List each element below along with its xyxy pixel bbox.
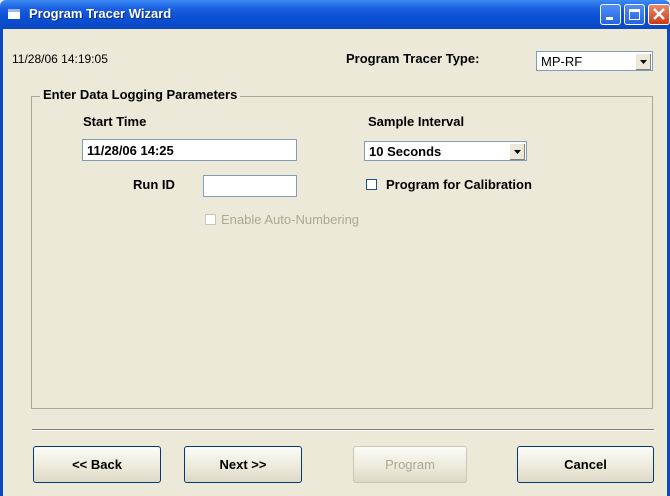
- sample-interval-label: Sample Interval: [368, 114, 465, 129]
- maximize-button[interactable]: [624, 4, 645, 25]
- start-time-label: Start Time: [83, 114, 147, 129]
- minimize-button[interactable]: [600, 4, 621, 25]
- close-button[interactable]: [648, 4, 670, 25]
- sample-interval-dropdown-button[interactable]: [509, 143, 525, 160]
- tracer-type-select[interactable]: MP-RF: [536, 51, 653, 71]
- program-button[interactable]: Program: [353, 446, 467, 483]
- groupbox-title: Enter Data Logging Parameters: [40, 87, 241, 102]
- run-id-input[interactable]: [203, 175, 297, 197]
- app-icon: [7, 7, 21, 21]
- next-button[interactable]: Next >>: [184, 446, 302, 483]
- maximize-icon: [629, 9, 640, 20]
- run-id-label: Run ID: [133, 177, 175, 192]
- window-title: Program Tracer Wizard: [29, 6, 172, 21]
- start-time-value: 11/28/06 14:25: [87, 143, 174, 158]
- back-button[interactable]: << Back: [33, 446, 161, 483]
- sample-interval-select[interactable]: 10 Seconds: [364, 141, 527, 161]
- tracer-type-label: Program Tracer Type:: [346, 51, 480, 66]
- cancel-button[interactable]: Cancel: [517, 446, 654, 483]
- tracer-type-dropdown-button[interactable]: [635, 53, 651, 70]
- timestamp: 11/28/06 14:19:05: [12, 52, 108, 66]
- minimize-icon: [606, 17, 613, 20]
- title-bar[interactable]: Program Tracer Wizard: [0, 0, 670, 29]
- chevron-down-icon: [514, 150, 521, 154]
- window-frame-left: [0, 29, 3, 496]
- start-time-input[interactable]: 11/28/06 14:25: [82, 139, 297, 161]
- sample-interval-value: 10 Seconds: [369, 144, 442, 159]
- close-icon: [653, 8, 665, 20]
- auto-numbering-checkbox[interactable]: [205, 214, 216, 225]
- chevron-down-icon: [640, 60, 647, 64]
- tracer-type-value: MP-RF: [541, 54, 583, 69]
- calibration-label[interactable]: Program for Calibration: [386, 177, 532, 192]
- calibration-checkbox[interactable]: [366, 179, 377, 190]
- auto-numbering-label[interactable]: Enable Auto-Numbering: [221, 212, 359, 227]
- button-separator: [32, 429, 654, 431]
